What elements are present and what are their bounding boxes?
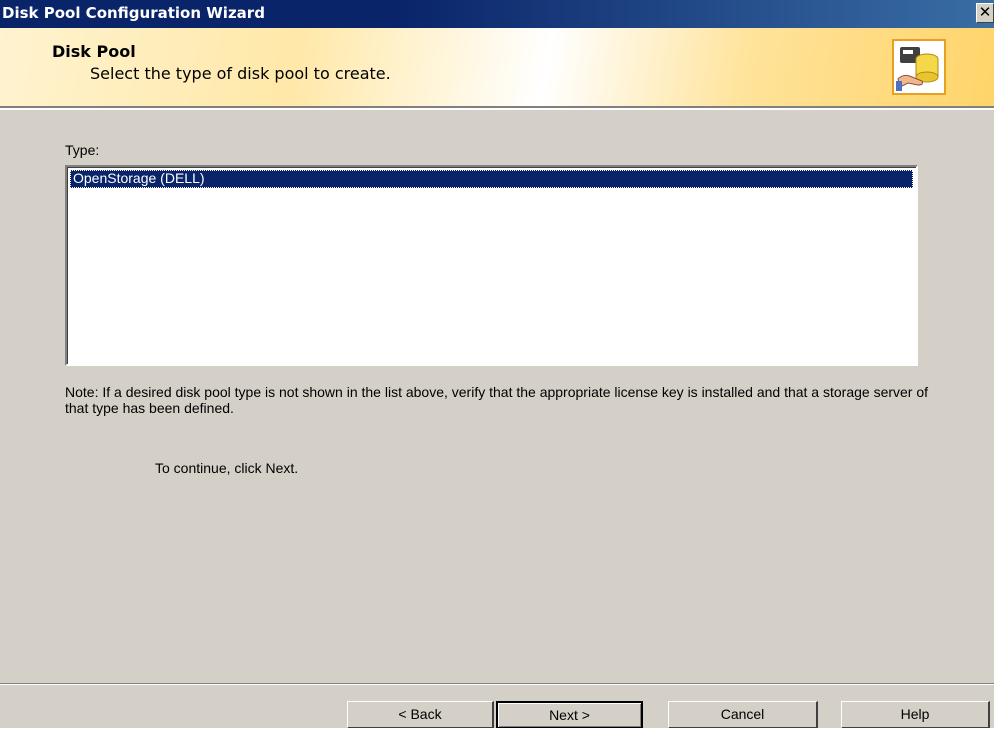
back-button[interactable]: < Back bbox=[347, 701, 494, 728]
close-icon: ✕ bbox=[978, 3, 992, 21]
continue-instruction: To continue, click Next. bbox=[155, 460, 299, 476]
wizard-window: Disk Pool Configuration Wizard ✕ Disk Po… bbox=[0, 0, 994, 728]
disk-pool-type-list[interactable]: OpenStorage (DELL) bbox=[65, 165, 918, 366]
list-item-openstorage-dell[interactable]: OpenStorage (DELL) bbox=[70, 170, 913, 188]
wizard-header: Disk Pool Select the type of disk pool t… bbox=[0, 28, 994, 106]
disk-pool-icon bbox=[892, 39, 946, 95]
help-button[interactable]: Help bbox=[841, 701, 990, 728]
page-subtitle: Select the type of disk pool to create. bbox=[90, 64, 391, 83]
background-strip bbox=[0, 728, 999, 740]
cancel-button[interactable]: Cancel bbox=[668, 701, 818, 728]
footer-divider-highlight bbox=[0, 684, 994, 685]
header-divider-highlight bbox=[0, 108, 994, 110]
note-text: Note: If a desired disk pool type is not… bbox=[65, 384, 929, 416]
page-title: Disk Pool bbox=[52, 42, 136, 61]
type-label: Type: bbox=[65, 142, 100, 158]
window-title: Disk Pool Configuration Wizard bbox=[2, 4, 265, 22]
title-bar[interactable]: Disk Pool Configuration Wizard ✕ bbox=[0, 0, 994, 28]
close-button[interactable]: ✕ bbox=[976, 3, 994, 23]
disk-pool-icon-graphic bbox=[896, 47, 939, 91]
next-button[interactable]: Next > bbox=[496, 701, 643, 728]
